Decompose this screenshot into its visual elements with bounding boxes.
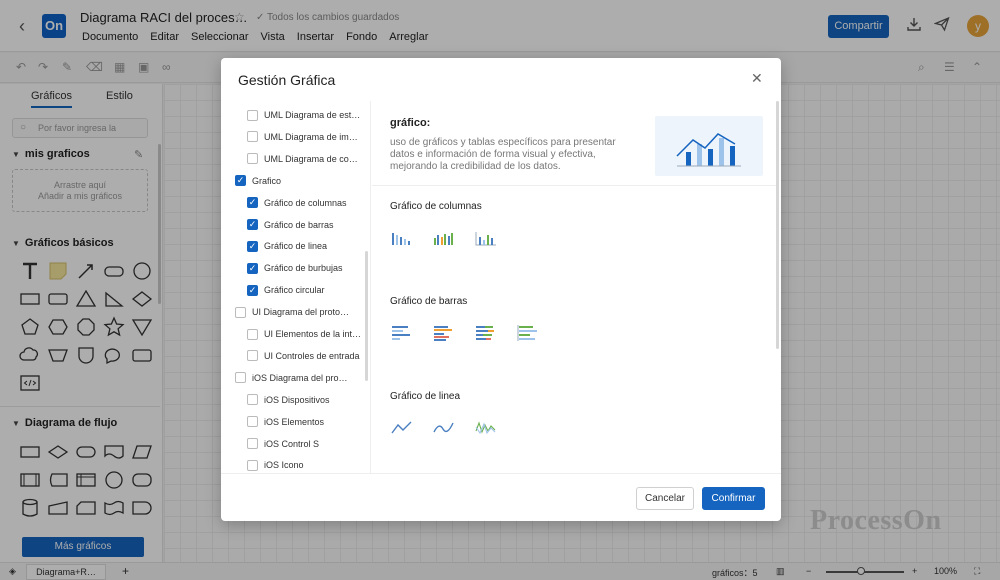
tree-item[interactable]: UML Diagrama de im… [247,129,358,145]
tree-item-label: Gráfico circular [264,285,325,296]
tree-item-label: iOS Elementos [264,416,325,427]
column-chart-heading: Gráfico de columnas [390,201,482,212]
bar-chart-heading: Gráfico de barras [390,296,468,307]
tree-item-checkbox[interactable]: ✓ [247,197,258,209]
bar-chart-shapes [390,324,540,342]
tree-item-label: iOS Control S [264,438,320,449]
line-chart-smooth-icon[interactable] [432,419,456,437]
category-info-title: gráfico: [390,117,431,129]
tree-item[interactable]: iOS Diagrama del pro… [235,370,348,386]
tree-item-checkbox[interactable] [247,328,258,340]
tree-item-checkbox[interactable]: ✓ [247,284,258,296]
shape-management-dialog: Gestión Gráfica ✕ UML Diagrama de est… UM… [221,58,781,521]
tree-item-label: Gráfico de linea [264,241,328,252]
column-chart-grouped-icon[interactable] [432,229,456,247]
tree-item-label: UML Diagrama de im… [264,131,358,142]
confirm-button[interactable]: Confirmar [702,487,765,510]
tree-item[interactable]: UML Diagrama de co… [247,151,358,167]
tree-item[interactable]: iOS Elementos [247,414,324,430]
tree-item[interactable]: ✓ Gráfico de linea [247,238,327,254]
processon-watermark: ProcessOn [810,505,942,536]
tree-scrollbar[interactable] [365,251,368,381]
tree-item-checkbox[interactable] [247,438,258,449]
tree-item-label: iOS Dispositivos [264,394,330,405]
tree-item-label: Gráfico de columnas [264,197,347,208]
bar-chart-grouped-icon[interactable] [432,324,456,342]
tree-item-checkbox[interactable] [247,350,258,362]
tree-item-checkbox[interactable]: ✓ [247,219,258,230]
tree-item[interactable]: ✓ Gráfico de burbujas [247,260,343,276]
cancel-button[interactable]: Cancelar [636,487,694,510]
tree-item-label: Gráfico de barras [264,219,334,230]
tree-item-checkbox[interactable] [247,416,258,428]
line-chart-heading: Gráfico de linea [390,391,461,402]
tree-item-label: Gráfico de burbujas [264,263,343,274]
tree-item[interactable]: iOS Icono [247,457,304,473]
close-icon[interactable]: ✕ [751,70,763,87]
tree-item-checkbox[interactable]: ✓ [235,175,246,187]
tree-item[interactable]: iOS Dispositivos [247,392,330,408]
tree-item[interactable]: ✓ Grafico [235,173,281,189]
dialog-title: Gestión Gráfica [238,72,336,88]
dialog-footer: Cancelar Confirmar [221,473,781,521]
tree-item-checkbox[interactable] [247,109,258,121]
tree-item-label: UML Diagrama de co… [264,153,358,164]
tree-item-checkbox[interactable] [247,459,258,471]
tree-item[interactable]: ✓ Gráfico de columnas [247,195,347,211]
tree-item-label: iOS Diagrama del pro… [252,372,348,383]
tree-item-checkbox[interactable] [235,306,246,318]
chart-category-thumbnail [655,116,763,176]
tree-item-label: UI Elementos de la int… [264,329,362,339]
tree-item[interactable]: UI Elementos de la int… [247,326,361,342]
tree-item-label: iOS Icono [264,460,304,471]
tree-item[interactable]: iOS Control S [247,436,319,452]
column-chart-basic-icon[interactable] [390,229,414,247]
tree-item[interactable]: ✓ Gráfico de barras [247,217,334,233]
tree-item-label: UML Diagrama de est… [264,110,361,120]
tree-item[interactable]: UML Diagrama de est… [247,107,360,123]
tree-item-checkbox[interactable] [247,153,258,165]
line-chart-shapes [390,419,498,437]
bar-chart-basic-icon[interactable] [390,324,414,342]
tree-item[interactable]: ✓ Gráfico circular [247,282,325,298]
tree-item-checkbox[interactable] [247,394,258,406]
category-info-description: uso de gráficos y tablas específicos par… [390,137,616,172]
bar-chart-stacked-icon[interactable] [474,324,498,342]
category-preview-pane: gráfico: uso de gráficos y tablas especí… [372,101,781,473]
tree-item-checkbox[interactable]: ✓ [247,262,258,274]
tree-item-label: UI Controles de entrada [264,350,360,361]
tree-item-label: Grafico [252,175,282,186]
tree-item-checkbox[interactable] [247,131,258,143]
category-tree: UML Diagrama de est… UML Diagrama de im… U… [221,101,371,473]
tree-item-label: UI Diagrama del proto… [252,307,350,318]
bar-chart-horizontal-icon[interactable] [516,324,540,342]
column-chart-shapes [390,229,498,247]
tree-item[interactable]: UI Controles de entrada [247,348,360,364]
column-chart-stacked-icon[interactable] [474,229,498,247]
tree-item-checkbox[interactable]: ✓ [247,240,258,252]
line-chart-basic-icon[interactable] [390,419,414,437]
tree-item-checkbox[interactable] [235,372,246,384]
preview-scrollbar[interactable] [776,101,779,349]
line-chart-multi-icon[interactable] [474,419,498,437]
info-separator [372,185,777,186]
tree-item[interactable]: UI Diagrama del proto… [235,304,349,320]
